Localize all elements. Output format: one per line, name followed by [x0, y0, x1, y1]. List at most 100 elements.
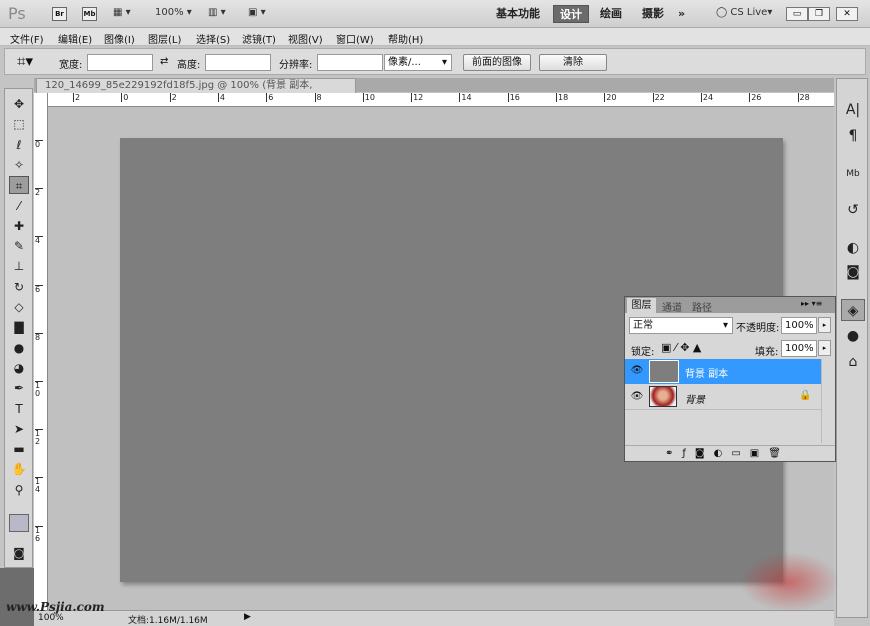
- ruler-tick-label: 0: [35, 140, 43, 149]
- layer-row[interactable]: 👁 背景 副本: [625, 359, 821, 384]
- pen-tool-icon[interactable]: ✒: [9, 379, 29, 397]
- eye-icon[interactable]: 👁: [629, 391, 645, 405]
- view-extras-button[interactable]: ▦ ▾: [113, 7, 131, 18]
- zoom-level: 100%: [155, 7, 184, 18]
- ruler-tick-label: 16: [35, 525, 43, 543]
- clear-button[interactable]: 清除: [539, 54, 607, 71]
- color-swatch[interactable]: [9, 514, 29, 532]
- restore-button[interactable]: ❐: [808, 7, 830, 21]
- tab-layers[interactable]: 图层: [627, 298, 656, 313]
- healing-tool-icon[interactable]: ✚: [9, 217, 29, 235]
- paragraph-panel-icon[interactable]: ¶: [841, 125, 865, 147]
- gradient-tool-icon[interactable]: ▇: [9, 318, 29, 336]
- ruler-tick-label: 8: [35, 332, 43, 342]
- layer-name[interactable]: 背景 副本: [685, 365, 728, 380]
- menu-layer[interactable]: 图层(L): [148, 31, 181, 46]
- paths-panel-icon[interactable]: ⌂: [841, 351, 865, 373]
- status-menu-arrow[interactable]: ▶: [244, 612, 251, 622]
- close-button[interactable]: ✕: [836, 7, 858, 21]
- panel-menu-icon[interactable]: ▸▸ ▾≡: [801, 299, 822, 308]
- layers-scrollbar[interactable]: [821, 359, 833, 443]
- menu-filter[interactable]: 滤镜(T): [242, 31, 276, 46]
- ruler-tick-label: 14: [459, 93, 472, 102]
- zoom-tool-icon[interactable]: ⚲: [9, 481, 29, 499]
- workspace-painting[interactable]: 绘画: [594, 5, 628, 23]
- history-panel-icon[interactable]: ↺: [841, 199, 865, 221]
- swap-icon[interactable]: ⇄: [160, 56, 168, 67]
- opacity-input[interactable]: 100%: [781, 317, 817, 334]
- marquee-tool-icon[interactable]: ⬚: [9, 115, 29, 133]
- adjustments-panel-icon[interactable]: ◐: [841, 237, 865, 259]
- menu-file[interactable]: 文件(F): [10, 31, 44, 46]
- resolution-label: 分辨率:: [279, 60, 313, 71]
- lasso-tool-icon[interactable]: ℓ: [9, 136, 29, 154]
- height-input[interactable]: [205, 54, 271, 71]
- stamp-tool-icon[interactable]: ⊥: [9, 257, 29, 275]
- menu-view[interactable]: 视图(V): [288, 31, 323, 46]
- cs-live-button[interactable]: ◯ CS Live▾: [716, 7, 772, 18]
- dodge-tool-icon[interactable]: ◕: [9, 359, 29, 377]
- layer-row[interactable]: 👁 背景 🔒: [625, 385, 821, 410]
- blend-mode-select[interactable]: 正常 ▾: [629, 317, 733, 334]
- ruler-tick-label: 12: [411, 93, 424, 102]
- move-tool-icon[interactable]: ✥: [9, 95, 29, 113]
- menu-image[interactable]: 图像(I): [104, 31, 135, 46]
- more-workspaces-button[interactable]: »: [672, 5, 691, 23]
- minimize-button[interactable]: ▭: [786, 7, 808, 21]
- ruler-tick-label: 4: [217, 93, 225, 102]
- channels-panel-icon[interactable]: ●: [841, 325, 865, 347]
- ruler-tick-label: 10: [35, 381, 43, 398]
- layer-name[interactable]: 背景: [685, 391, 705, 406]
- type-tool-icon[interactable]: T: [9, 400, 29, 418]
- masks-panel-icon[interactable]: ◙: [841, 261, 865, 283]
- status-zoom[interactable]: 100%: [38, 613, 64, 623]
- mini-bridge-panel-icon[interactable]: Mb: [841, 163, 865, 185]
- menu-edit[interactable]: 编辑(E): [58, 31, 92, 46]
- eraser-tool-icon[interactable]: ◇: [9, 298, 29, 316]
- shape-tool-icon[interactable]: ▬: [9, 440, 29, 458]
- chevron-down-icon: ▾: [722, 320, 728, 331]
- blur-tool-icon[interactable]: ●: [9, 339, 29, 357]
- history-brush-tool-icon[interactable]: ↻: [9, 278, 29, 296]
- resolution-input[interactable]: [317, 54, 383, 71]
- arrange-documents-button[interactable]: ▥ ▾: [208, 7, 226, 18]
- lock-icons[interactable]: ▣ ⁄ ✥ ▲: [661, 341, 701, 354]
- layers-panel: 图层 通道 路径 ▸▸ ▾≡ 正常 ▾ 不透明度: 100% ▸ 锁定: ▣ ⁄ …: [624, 296, 836, 462]
- eye-icon[interactable]: 👁: [629, 365, 645, 379]
- fill-slider-button[interactable]: ▸: [818, 340, 831, 356]
- workspace-essentials[interactable]: 基本功能: [490, 5, 546, 23]
- fill-input[interactable]: 100%: [781, 340, 817, 357]
- watermark-logo: [740, 552, 840, 612]
- brush-tool-icon[interactable]: ✎: [9, 237, 29, 255]
- crop-tool-preset-icon[interactable]: ⌗▾: [17, 52, 33, 70]
- hand-tool-icon[interactable]: ✋: [9, 460, 29, 478]
- layers-footer-buttons[interactable]: ⚭ƒ◙◐▭▣🗑: [625, 445, 835, 461]
- layer-thumbnail: [649, 386, 677, 407]
- quick-select-tool-icon[interactable]: ✧: [9, 156, 29, 174]
- width-input[interactable]: [87, 54, 153, 71]
- toolbox-background: [0, 568, 34, 626]
- opacity-slider-button[interactable]: ▸: [818, 317, 831, 333]
- menu-select[interactable]: 选择(S): [196, 31, 230, 46]
- front-image-button[interactable]: 前面的图像: [463, 54, 531, 71]
- vertical-ruler: 0 2 4 6 8 10 12 14 16: [34, 93, 48, 613]
- mini-bridge-button[interactable]: Mb: [82, 7, 97, 21]
- character-panel-icon[interactable]: A|: [841, 99, 865, 121]
- resolution-unit-select[interactable]: 像素/... ▾: [384, 54, 452, 71]
- tab-paths[interactable]: 路径: [688, 299, 716, 314]
- quick-mask-icon[interactable]: ◙: [9, 544, 29, 562]
- screen-mode-button[interactable]: ▣ ▾: [248, 7, 266, 18]
- path-select-tool-icon[interactable]: ➤: [9, 420, 29, 438]
- document-tab[interactable]: 120_14699_85e229192fd18f5.jpg @ 100% (背景…: [36, 78, 356, 105]
- bridge-button[interactable]: Br: [52, 7, 67, 21]
- application-bar: Ps Br Mb ▦ ▾ 100% ▾ ▥ ▾ ▣ ▾ 基本功能 设计 绘画 摄…: [0, 0, 870, 28]
- crop-tool-icon[interactable]: ⌗: [9, 176, 29, 195]
- eyedropper-tool-icon[interactable]: ⁄: [9, 197, 29, 215]
- workspace-design[interactable]: 设计: [553, 5, 589, 23]
- zoom-level-dropdown[interactable]: 100% ▾: [155, 7, 192, 18]
- workspace-photography[interactable]: 摄影: [636, 5, 670, 23]
- menu-help[interactable]: 帮助(H): [388, 31, 423, 46]
- menu-window[interactable]: 窗口(W): [336, 31, 374, 46]
- tab-channels[interactable]: 通道: [658, 299, 686, 314]
- layers-panel-icon[interactable]: ◈: [841, 299, 865, 321]
